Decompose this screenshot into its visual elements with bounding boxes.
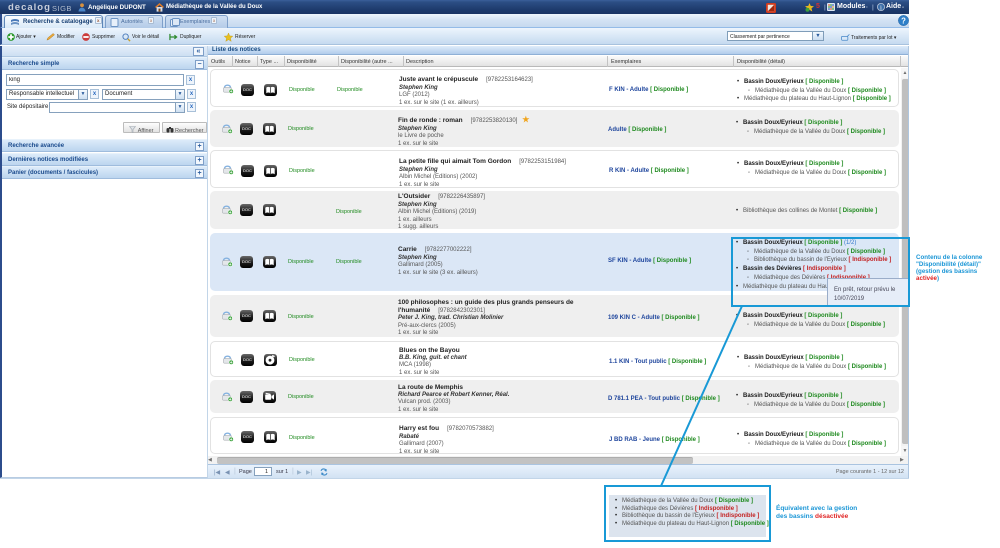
svg-text:?: ? xyxy=(901,16,906,25)
